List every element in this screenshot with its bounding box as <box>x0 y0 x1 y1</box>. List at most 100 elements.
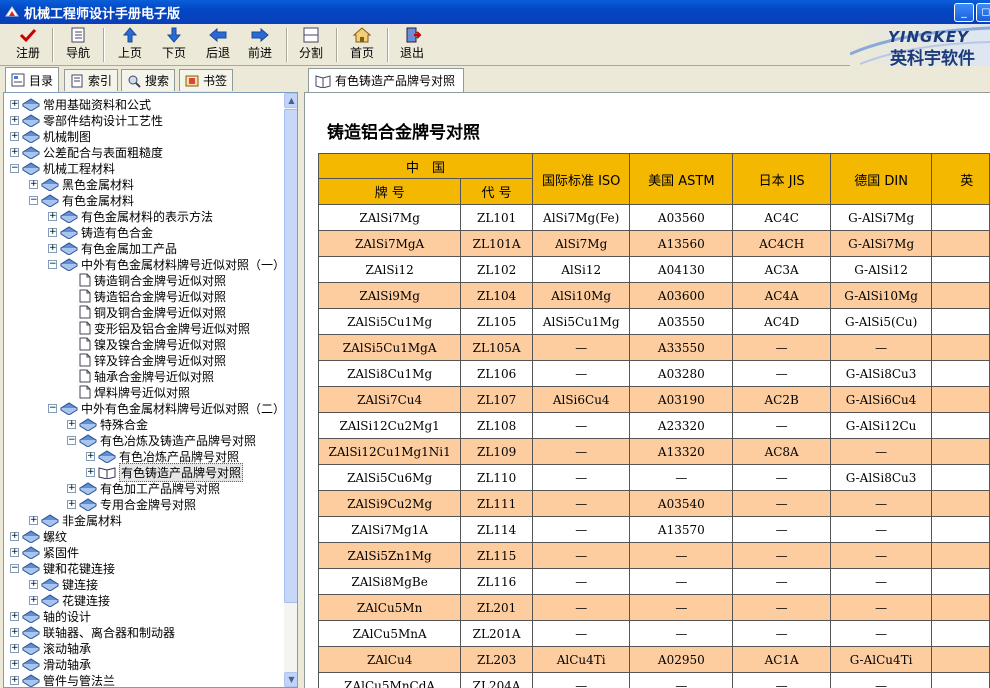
tree-item[interactable]: + 常用基础资料和公式 <box>10 96 151 112</box>
tree-item[interactable]: + 黑色金属材料 <box>29 176 134 192</box>
tree-item[interactable]: + 键连接 <box>29 576 98 592</box>
expand-icon[interactable]: + <box>10 131 19 141</box>
tree-item[interactable]: + 非金属材料 <box>29 512 122 528</box>
expand-icon[interactable]: + <box>10 531 19 541</box>
tree-item[interactable]: 铸造铝合金牌号近似对照 <box>67 288 226 304</box>
expand-icon[interactable]: + <box>29 179 38 189</box>
collapse-icon[interactable]: − <box>10 163 19 173</box>
tree-item[interactable]: 铸造铜合金牌号近似对照 <box>67 272 226 288</box>
tree-item[interactable]: + 花键连接 <box>29 592 110 608</box>
document-view[interactable]: 铸造铝合金牌号对照 中 国 国际标准 ISO 美国 ASTM 日本 JIS 德国… <box>304 92 990 688</box>
tree-item-label: 管件与管法兰 <box>43 673 116 688</box>
expand-icon[interactable]: + <box>10 611 19 621</box>
tree-item[interactable]: + 零部件结构设计工艺性 <box>10 112 163 128</box>
expand-icon[interactable]: + <box>48 227 57 237</box>
restore-button[interactable]: ◻ <box>976 3 990 22</box>
tree-item-label: 铜及铜合金牌号近似对照 <box>94 305 227 320</box>
tree-item[interactable]: − 键和花键连接 <box>10 560 115 576</box>
tree-item[interactable]: + 有色铸造产品牌号对照 <box>86 462 244 482</box>
expand-icon[interactable]: + <box>10 147 19 157</box>
expand-icon[interactable]: + <box>48 211 57 221</box>
contents-tree[interactable]: + 常用基础资料和公式 + 零部件结构设计工艺性 + 机械制图 + 公差配合与表面粗糙度 − 机械… <box>3 92 298 688</box>
tree-item[interactable]: + 紧固件 <box>10 544 79 560</box>
tree-item[interactable]: + 铸造有色合金 <box>48 224 153 240</box>
expand-icon[interactable]: + <box>67 499 76 509</box>
navigation-icon <box>71 27 85 43</box>
collapse-icon[interactable]: − <box>48 403 57 413</box>
expand-icon[interactable]: + <box>10 627 19 637</box>
forward-button[interactable]: 前进 <box>240 26 280 64</box>
collapse-icon[interactable]: − <box>10 563 19 573</box>
tree-scrollbar[interactable]: ▲ ▼ <box>284 93 297 687</box>
expand-icon[interactable]: + <box>29 579 38 589</box>
tree-item[interactable]: + 机械制图 <box>10 128 91 144</box>
expand-icon[interactable]: + <box>67 419 76 429</box>
tree-item[interactable]: + 滑动轴承 <box>10 656 91 672</box>
next-page-button[interactable]: 下页 <box>154 26 194 64</box>
content-tab[interactable]: 有色铸造产品牌号对照 <box>308 68 465 92</box>
expand-icon[interactable]: + <box>29 595 38 605</box>
tree-item[interactable]: + 有色加工产品牌号对照 <box>67 480 220 496</box>
tree-item[interactable]: 焊料牌号近似对照 <box>67 384 190 400</box>
tree-item[interactable]: − 中外有色金属材料牌号近似对照（一） <box>48 256 285 272</box>
home-label: 首页 <box>349 46 374 60</box>
tree-item[interactable]: + 特殊合金 <box>67 416 148 432</box>
minimize-button[interactable]: _ <box>954 3 974 22</box>
tree-item[interactable]: + 专用合金牌号对照 <box>67 496 196 512</box>
collapse-icon[interactable]: − <box>67 435 76 445</box>
tree-item[interactable]: − 有色金属材料 <box>29 192 134 208</box>
expand-icon[interactable]: + <box>29 515 38 525</box>
tree-item[interactable]: + 螺纹 <box>10 528 67 544</box>
tree-item[interactable]: + 联轴器、离合器和制动器 <box>10 624 175 640</box>
tree-item[interactable]: − 中外有色金属材料牌号近似对照（二） <box>48 400 285 416</box>
back-button[interactable]: 后退 <box>198 26 238 64</box>
tree-item[interactable]: + 有色金属材料的表示方法 <box>48 208 213 224</box>
table-cell: — <box>629 620 734 647</box>
table-cell: — <box>629 594 734 621</box>
expand-icon[interactable]: + <box>86 467 95 477</box>
app-icon <box>5 6 19 17</box>
scroll-down-button[interactable]: ▼ <box>284 672 297 687</box>
tree-item[interactable]: 变形铝及铝合金牌号近似对照 <box>67 320 250 336</box>
exit-button[interactable]: 退出 <box>392 26 432 64</box>
home-button[interactable]: 首页 <box>342 26 382 64</box>
tree-item[interactable]: − 机械工程材料 <box>10 160 115 176</box>
expand-icon[interactable]: + <box>10 99 19 109</box>
tree-item[interactable]: 铜及铜合金牌号近似对照 <box>67 304 226 320</box>
expand-icon[interactable]: + <box>10 547 19 557</box>
expand-icon[interactable]: + <box>67 483 76 493</box>
scroll-up-button[interactable]: ▲ <box>284 93 297 108</box>
tree-item[interactable]: 轴承合金牌号近似对照 <box>67 368 214 384</box>
expand-icon[interactable]: + <box>10 659 19 669</box>
prev-page-button[interactable]: 上页 <box>110 26 150 64</box>
tree-item[interactable]: + 管件与管法兰 <box>10 672 116 688</box>
register-button[interactable]: 注册 <box>8 26 48 64</box>
tree-item[interactable]: + 轴的设计 <box>10 608 91 624</box>
tree-item[interactable]: − 有色冶炼及铸造产品牌号对照 <box>67 432 256 448</box>
tab-bookmarks[interactable]: 书签 <box>179 69 234 91</box>
expand-icon[interactable]: + <box>10 643 19 653</box>
tree-item[interactable]: 镍及镍合金牌号近似对照 <box>67 336 226 352</box>
expand-icon[interactable]: + <box>10 115 19 125</box>
tab-index[interactable]: 索引 <box>64 69 119 91</box>
expand-icon[interactable]: + <box>86 451 95 461</box>
expand-icon[interactable]: + <box>10 675 19 685</box>
tree-item[interactable]: + 滚动轴承 <box>10 640 91 656</box>
tree-item[interactable]: + 有色金属加工产品 <box>48 240 177 256</box>
table-row: ZAlSi12Cu1Mg1Ni1 ZL109— A13320 AC8A — <box>317 438 990 465</box>
expand-icon[interactable]: + <box>48 243 57 253</box>
table-row: ZAlSi8MgBe ZL116— — — — <box>317 568 990 595</box>
book-icon <box>22 642 40 655</box>
collapse-icon[interactable]: − <box>29 195 38 205</box>
scrollbar-thumb[interactable] <box>284 109 297 603</box>
navigation-button[interactable]: 导航 <box>58 26 98 64</box>
collapse-icon[interactable]: − <box>48 259 57 269</box>
logo-chinese: 英科宇软件 <box>890 49 975 66</box>
tab-contents[interactable]: 目录 <box>5 67 60 92</box>
table-cell: — <box>531 438 631 465</box>
title-bar[interactable]: 机械工程师设计手册电子版 _ ◻ <box>0 0 990 24</box>
tab-search[interactable]: 搜索 <box>121 69 176 91</box>
tree-item[interactable]: + 公差配合与表面粗糙度 <box>10 144 163 160</box>
split-button[interactable]: 分割 <box>291 26 331 64</box>
tree-item[interactable]: 锌及锌合金牌号近似对照 <box>67 352 226 368</box>
